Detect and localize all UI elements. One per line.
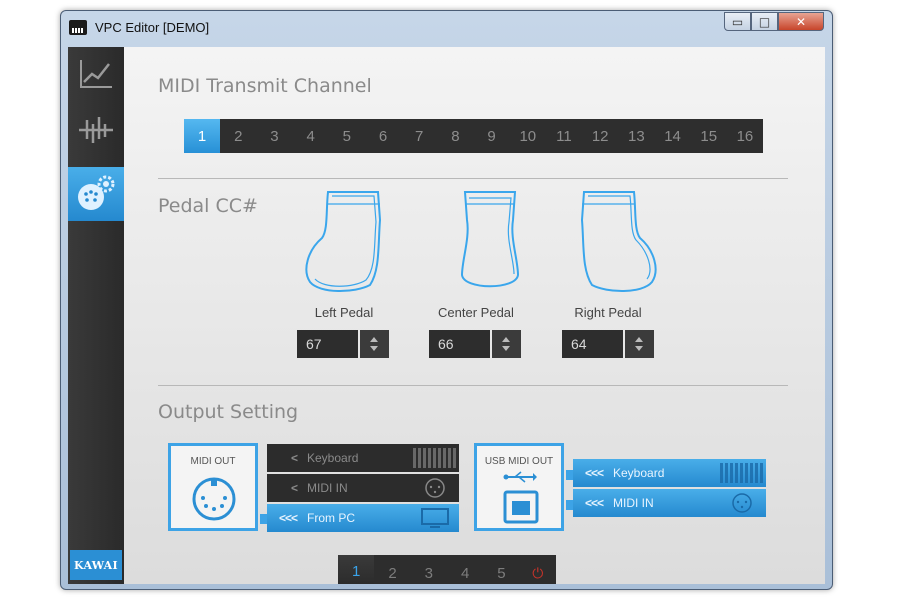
midi-channel-14[interactable]: 14	[654, 119, 690, 153]
chevron-left-icon: <	[290, 451, 298, 465]
page-3[interactable]: 3	[411, 555, 447, 584]
midi-channel-10[interactable]: 10	[510, 119, 546, 153]
keyboard-icon	[720, 463, 764, 483]
midi-port-icon	[425, 478, 445, 498]
page-4[interactable]: 4	[447, 555, 483, 584]
curve-graph-icon	[80, 60, 112, 88]
client-area: KAWAI MIDI Transmit Channel 1 2 3 4 5 6 7 8 9 10 1…	[68, 47, 825, 584]
midi-channel-6[interactable]: 6	[365, 119, 401, 153]
midi-channel-16[interactable]: 16	[727, 119, 763, 153]
midi-din-icon	[192, 477, 236, 521]
title-bar: VPC Editor [DEMO] ▭ □ ✕	[61, 11, 832, 45]
arrow-up-icon[interactable]	[635, 337, 644, 342]
page-1[interactable]: 1	[338, 555, 375, 584]
midi-channel-9[interactable]: 9	[474, 119, 510, 153]
page-2[interactable]: 2	[374, 555, 410, 584]
midi-out-route-from-pc[interactable]: <<< From PC	[267, 504, 459, 532]
section-divider	[158, 385, 788, 386]
right-pedal-cc-spinner: 64	[562, 330, 654, 358]
midi-transmit-title: MIDI Transmit Channel	[158, 75, 372, 97]
usb-route-keyboard[interactable]: <<< Keyboard	[573, 459, 766, 487]
arrow-down-icon[interactable]	[635, 346, 644, 351]
sidebar-item-wave[interactable]	[68, 103, 124, 157]
midi-channel-1[interactable]: 1	[184, 119, 221, 153]
midi-channel-4[interactable]: 4	[293, 119, 329, 153]
usb-midi-out-port[interactable]: USB MIDI OUT	[474, 443, 564, 531]
preset-pager: 1 2 3 4 5 ⏻	[338, 555, 556, 584]
left-pedal-label: Left Pedal	[314, 305, 374, 320]
midi-out-label: MIDI OUT	[190, 456, 236, 467]
sidebar-item-midi-settings[interactable]	[68, 167, 124, 221]
kawai-logo: KAWAI	[70, 550, 122, 580]
right-pedal-icon	[580, 191, 657, 292]
maximize-button[interactable]: □	[751, 12, 778, 31]
usb-midi-out-label: USB MIDI OUT	[484, 456, 554, 467]
left-pedal-cc-input[interactable]: 67	[297, 330, 358, 358]
sidebar-item-curve[interactable]	[68, 47, 124, 101]
monitor-icon	[421, 508, 449, 528]
section-divider	[158, 178, 788, 179]
center-pedal-icon	[460, 191, 520, 288]
center-pedal-cc-spinner: 66	[429, 330, 521, 358]
sidebar: KAWAI	[68, 47, 124, 584]
chevron-left-icon: <<<	[584, 466, 604, 480]
output-setting-title: Output Setting	[158, 401, 299, 423]
usb-route-midi-in[interactable]: <<< MIDI IN	[573, 489, 766, 517]
midi-channel-11[interactable]: 11	[546, 119, 582, 153]
arrow-down-icon[interactable]	[502, 346, 511, 351]
arrow-up-icon[interactable]	[502, 337, 511, 342]
pedal-cc-title: Pedal CC#	[158, 195, 258, 217]
app-window: VPC Editor [DEMO] ▭ □ ✕ KAWAI MIDI Trans…	[60, 10, 833, 590]
arrow-up-icon[interactable]	[370, 337, 379, 342]
midi-out-route-keyboard[interactable]: < Keyboard	[267, 444, 459, 472]
power-icon[interactable]: ⏻	[520, 555, 556, 584]
midi-channel-selector: 1 2 3 4 5 6 7 8 9 10 11 12 13 14 15 16	[184, 119, 763, 153]
waveform-icon	[79, 117, 113, 143]
close-button[interactable]: ✕	[778, 12, 824, 31]
midi-channel-7[interactable]: 7	[401, 119, 437, 153]
chevron-left-icon: <<<	[278, 511, 298, 525]
midi-out-route-midi-in[interactable]: < MIDI IN	[267, 474, 459, 502]
piano-app-icon	[69, 20, 87, 35]
midi-channel-15[interactable]: 15	[691, 119, 727, 153]
window-controls: ▭ □ ✕	[724, 12, 824, 31]
route-label: Keyboard	[613, 466, 665, 480]
window-title: VPC Editor [DEMO]	[95, 20, 210, 35]
chevron-left-icon: <	[290, 481, 298, 495]
left-pedal-cc-stepper[interactable]	[359, 330, 389, 358]
midi-out-port[interactable]: MIDI OUT	[168, 443, 258, 531]
keyboard-icon	[413, 448, 457, 468]
midi-port-icon	[732, 493, 752, 513]
midi-channel-3[interactable]: 3	[256, 119, 292, 153]
right-pedal-cc-input[interactable]: 64	[562, 330, 623, 358]
midi-channel-8[interactable]: 8	[437, 119, 473, 153]
left-pedal-icon	[305, 191, 382, 292]
right-pedal-label: Right Pedal	[574, 305, 642, 320]
route-label: MIDI IN	[307, 481, 348, 495]
route-label: From PC	[307, 511, 355, 525]
midi-gear-settings-icon	[78, 175, 115, 210]
minimize-button[interactable]: ▭	[724, 12, 751, 31]
chevron-left-icon: <<<	[584, 496, 604, 510]
right-pedal-cc-stepper[interactable]	[624, 330, 654, 358]
center-pedal-cc-input[interactable]: 66	[429, 330, 490, 358]
usb-port-icon	[503, 490, 539, 524]
midi-channel-13[interactable]: 13	[618, 119, 654, 153]
center-pedal-label: Center Pedal	[438, 305, 514, 320]
left-pedal-cc-spinner: 67	[297, 330, 389, 358]
page-5[interactable]: 5	[483, 555, 519, 584]
usb-symbol-icon	[503, 471, 537, 483]
arrow-down-icon[interactable]	[370, 346, 379, 351]
route-label: MIDI IN	[613, 496, 654, 510]
route-label: Keyboard	[307, 451, 359, 465]
center-pedal-cc-stepper[interactable]	[491, 330, 521, 358]
midi-channel-2[interactable]: 2	[220, 119, 256, 153]
midi-channel-12[interactable]: 12	[582, 119, 618, 153]
midi-channel-5[interactable]: 5	[329, 119, 365, 153]
